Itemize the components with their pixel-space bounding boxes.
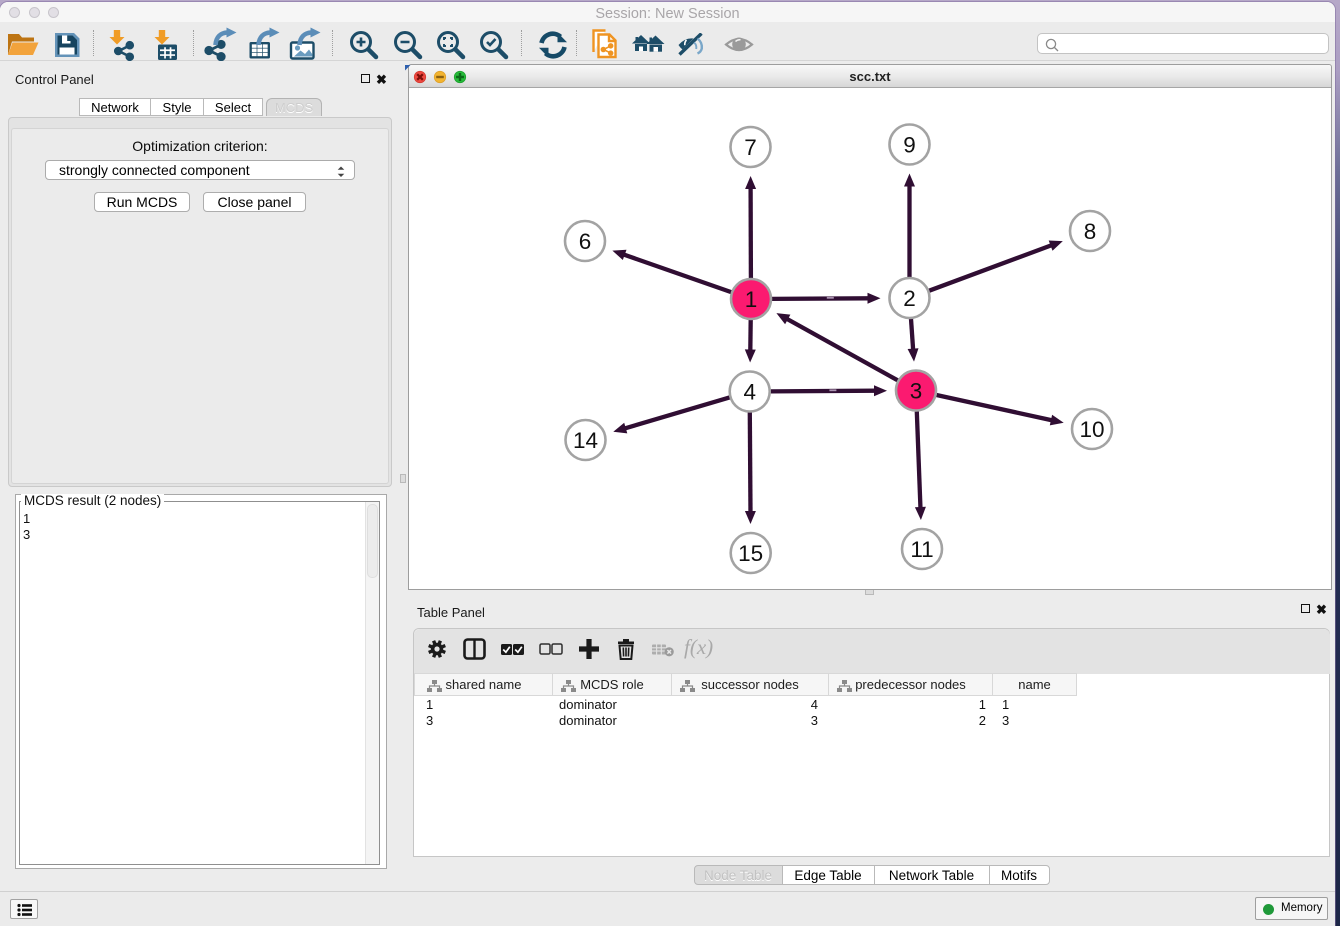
- svg-text:15: 15: [738, 541, 763, 566]
- svg-text:11: 11: [910, 537, 933, 562]
- svg-text:8: 8: [1083, 219, 1096, 244]
- svg-text:10: 10: [1079, 417, 1104, 442]
- svg-text:3: 3: [909, 378, 922, 403]
- svg-text:9: 9: [903, 132, 916, 157]
- svg-text:2: 2: [903, 286, 916, 311]
- svg-text:4: 4: [743, 379, 756, 404]
- svg-text:6: 6: [578, 229, 591, 254]
- svg-text:7: 7: [744, 135, 757, 160]
- svg-text:14: 14: [572, 428, 597, 453]
- svg-text:1: 1: [744, 287, 757, 312]
